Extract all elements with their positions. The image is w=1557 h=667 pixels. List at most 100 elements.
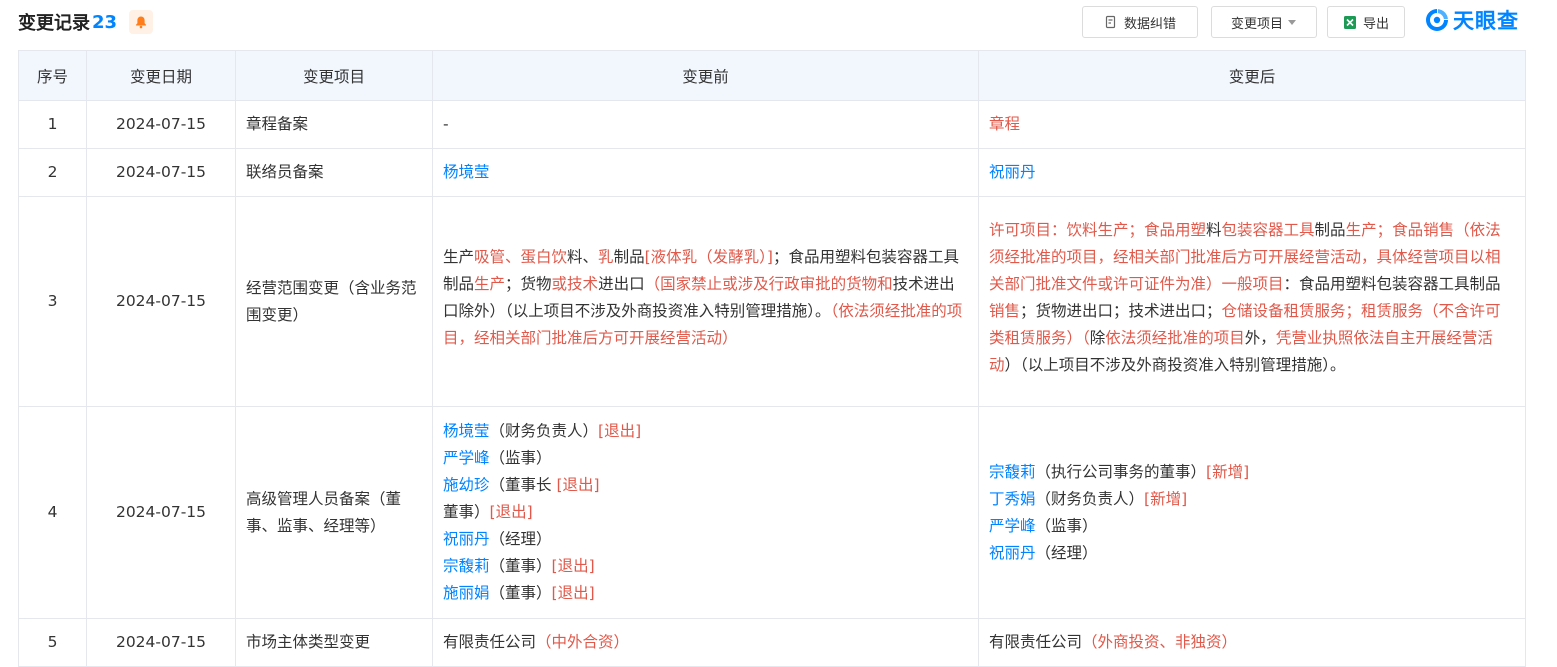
cell-date: 2024-07-15 bbox=[86, 196, 236, 407]
plain-text: 有限责任公司 bbox=[443, 633, 537, 651]
logo-text: 天眼查 bbox=[1453, 9, 1519, 33]
cell-item: 章程备案 bbox=[235, 100, 433, 149]
highlight-text: [退出] bbox=[556, 476, 600, 494]
plain-text: 料 bbox=[1206, 220, 1222, 239]
person-entry: 宗馥莉（执行公司事务的董事）[新增] bbox=[989, 459, 1515, 486]
cell-index: 5 bbox=[18, 618, 87, 667]
highlight-text: 生产；食品销售 bbox=[1345, 220, 1455, 239]
page-header: 变更记录 23 bbox=[18, 8, 154, 36]
highlight-text: （中外合资） bbox=[536, 633, 630, 651]
plain-text: （经理） bbox=[489, 530, 552, 548]
col-header-index: 序号 bbox=[18, 50, 87, 101]
highlight-text: （国家禁止或涉及行政审批的货物和 bbox=[644, 274, 893, 293]
plain-text: （董事） bbox=[489, 584, 552, 602]
data-correction-button[interactable]: 数据纠错 bbox=[1082, 6, 1198, 38]
plain-text: ；货物 bbox=[505, 274, 552, 293]
person-link[interactable]: 严学峰 bbox=[443, 449, 490, 467]
data-correction-label: 数据纠错 bbox=[1123, 16, 1176, 32]
person-entry: 丁秀娟（财务负责人）[新增] bbox=[989, 486, 1515, 513]
cell-after: 章程 bbox=[978, 100, 1526, 149]
export-label: 导出 bbox=[1362, 16, 1389, 32]
plain-text: ；货物进出口；技术进出口； bbox=[1020, 301, 1222, 320]
change-records-table: 序号 变更日期 变更项目 变更前 变更后 1 2024-07-15 章程备案 - 章程 2… bbox=[18, 50, 1526, 667]
plain-text: - bbox=[443, 115, 449, 133]
person-entry: 宗馥莉（董事）[退出] bbox=[443, 553, 968, 580]
cell-date: 2024-07-15 bbox=[86, 618, 236, 667]
person-link[interactable]: 杨境莹 bbox=[443, 163, 490, 181]
table-header-row: 序号 变更日期 变更项目 变更前 变更后 bbox=[18, 50, 1526, 101]
cell-index: 2 bbox=[18, 148, 87, 197]
cell-item: 市场主体类型变更 bbox=[235, 618, 433, 667]
person-link[interactable]: 祝丽丹 bbox=[989, 163, 1036, 181]
content-text: 生产吸管、蛋白饮料、乳制品[液体乳（发酵乳）]；食品用塑料包装容器工具制品生产；… bbox=[443, 248, 962, 347]
plain-text: 料、 bbox=[567, 247, 599, 266]
bell-icon-glyph bbox=[136, 16, 147, 29]
highlight-text: [新增] bbox=[1206, 462, 1250, 481]
highlight-text: （外商投资、非独资） bbox=[1082, 633, 1238, 651]
cell-before: - bbox=[432, 100, 979, 149]
plain-text: ：食品用塑料包装容器工具制品 bbox=[1283, 274, 1501, 293]
highlight-text: [液体乳（发酵乳）] bbox=[644, 247, 773, 266]
person-entry: 祝丽丹（经理） bbox=[443, 526, 968, 553]
plain-text: 有限责任公司 bbox=[989, 633, 1083, 651]
highlight-text: [退出] bbox=[551, 584, 595, 602]
plain-text: 生产 bbox=[443, 247, 475, 266]
logo-icon bbox=[1426, 9, 1448, 31]
plain-text: （监事） bbox=[489, 449, 552, 467]
caret-down-icon bbox=[1288, 20, 1296, 25]
cell-item: 高级管理人员备案（董事、监事、经理等） bbox=[235, 406, 433, 619]
person-entry: 董事）[退出] bbox=[443, 499, 968, 526]
person-link[interactable]: 施丽娟 bbox=[443, 584, 490, 602]
content-text: - bbox=[443, 115, 449, 133]
person-entry: 祝丽丹（经理） bbox=[989, 540, 1515, 567]
change-item-dropdown[interactable]: 变更项目 bbox=[1211, 6, 1317, 38]
person-link[interactable]: 丁秀娟 bbox=[989, 490, 1036, 508]
highlight-text: 乳 bbox=[598, 247, 614, 266]
plain-text: 进出口 bbox=[598, 274, 645, 293]
person-link[interactable]: 宗馥莉 bbox=[989, 463, 1036, 481]
content-text: 章程 bbox=[989, 115, 1020, 133]
bell-icon[interactable] bbox=[129, 10, 154, 34]
export-button[interactable]: 导出 bbox=[1327, 6, 1405, 38]
cell-after: 许可项目：饮料生产；食品用塑料包装容器工具制品生产；食品销售（依法须经批准的项目… bbox=[978, 196, 1526, 407]
table-row: 2 2024-07-15 联络员备案 杨境莹 祝丽丹 bbox=[18, 148, 1526, 197]
table-row: 5 2024-07-15 市场主体类型变更 有限责任公司（中外合资） 有限责任公司（外商… bbox=[18, 618, 1526, 667]
highlight-text: 生产 bbox=[474, 274, 506, 293]
page-title: 变更记录 bbox=[18, 13, 90, 34]
highlight-text: 或技术 bbox=[551, 274, 599, 293]
content-text: 祝丽丹 bbox=[989, 163, 1036, 181]
highlight-text: 吸管、蛋白饮 bbox=[474, 247, 568, 266]
person-entry: 严学峰（监事） bbox=[443, 445, 968, 472]
plain-text: （财务负责人） bbox=[1035, 489, 1145, 508]
cell-before: 杨境莹（财务负责人）[退出] 严学峰（监事） 施幼珍（董事长 [退出] 董事）[退出]… bbox=[432, 406, 979, 619]
highlight-text: [退出] bbox=[489, 503, 533, 521]
cell-after: 祝丽丹 bbox=[978, 148, 1526, 197]
table-row: 1 2024-07-15 章程备案 - 章程 bbox=[18, 100, 1526, 149]
person-entry: 杨境莹（财务负责人）[退出] bbox=[443, 418, 968, 445]
person-link[interactable]: 祝丽丹 bbox=[989, 544, 1036, 562]
person-link[interactable]: 严学峰 bbox=[989, 517, 1036, 535]
col-header-date: 变更日期 bbox=[86, 50, 236, 101]
cell-date: 2024-07-15 bbox=[86, 406, 236, 619]
plain-text: （董事） bbox=[489, 557, 552, 575]
cell-after: 有限责任公司（外商投资、非独资） bbox=[978, 618, 1526, 667]
plain-text: （财务负责人） bbox=[489, 422, 599, 440]
plain-text: ）（以上项目不涉及外商投资准入特别管理措施）。 bbox=[1004, 355, 1346, 374]
cell-before: 杨境莹 bbox=[432, 148, 979, 197]
person-link[interactable]: 施幼珍 bbox=[443, 476, 490, 494]
person-entry: 施丽娟（董事）[退出] bbox=[443, 580, 968, 607]
tianyancha-logo[interactable]: 天眼查 bbox=[1424, 6, 1519, 34]
cell-index: 1 bbox=[18, 100, 87, 149]
person-link[interactable]: 祝丽丹 bbox=[443, 530, 490, 548]
edit-document-icon bbox=[1105, 15, 1116, 29]
cell-before: 有限责任公司（中外合资） bbox=[432, 618, 979, 667]
person-link[interactable]: 杨境莹 bbox=[443, 422, 490, 440]
cell-item: 经营范围变更（含业务范围变更） bbox=[235, 196, 433, 407]
record-count: 23 bbox=[92, 11, 118, 33]
person-link[interactable]: 宗馥莉 bbox=[443, 557, 490, 575]
content-text: 有限责任公司（外商投资、非独资） bbox=[989, 633, 1237, 651]
cell-item: 联络员备案 bbox=[235, 148, 433, 197]
highlight-text: 销售 bbox=[989, 301, 1021, 320]
cell-index: 3 bbox=[18, 196, 87, 407]
content-text: 有限责任公司（中外合资） bbox=[443, 633, 629, 651]
